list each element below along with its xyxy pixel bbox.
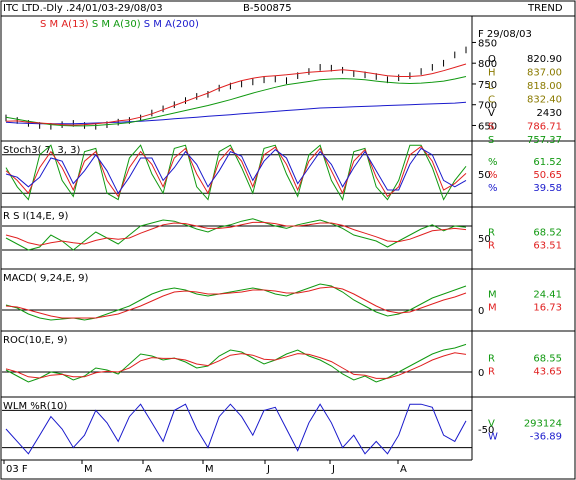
y-tick-label: 0 bbox=[478, 306, 484, 317]
readout-key: O bbox=[488, 54, 496, 65]
readout-key: M bbox=[488, 290, 497, 301]
readout-key: H bbox=[488, 68, 496, 79]
technical-chart: S M A(13) S M A(30) S M A(200) F 29/08/0… bbox=[0, 0, 576, 480]
indicator-line bbox=[5, 286, 467, 319]
readout-value: 837.00 bbox=[527, 68, 562, 79]
readout-value: 820.90 bbox=[527, 54, 562, 65]
sma200-line bbox=[5, 101, 467, 125]
panel-title: R S I(14,E, 9) bbox=[3, 211, 68, 222]
readout-value: 16.73 bbox=[533, 303, 562, 314]
readout-key: % bbox=[488, 157, 498, 168]
readout-value: 786.71 bbox=[527, 122, 562, 133]
readout-key: V bbox=[488, 419, 495, 430]
readout-key: R bbox=[488, 228, 495, 239]
sma30-line bbox=[5, 76, 467, 127]
readout-value: 293124 bbox=[524, 419, 562, 430]
readout-key: W bbox=[488, 432, 498, 443]
readout-value: 68.52 bbox=[533, 228, 562, 239]
readout-value: 832.40 bbox=[527, 95, 562, 106]
price-legend: S M A(13) S M A(30) S M A(200) bbox=[40, 19, 199, 30]
y-tick-label: 850 bbox=[478, 38, 497, 49]
readout-key: C bbox=[488, 95, 495, 106]
panel-title: ROC(10,E, 9) bbox=[3, 335, 68, 346]
readout-key: S bbox=[488, 135, 494, 146]
indicator-line bbox=[5, 283, 467, 321]
readout-value: 50.65 bbox=[533, 170, 562, 181]
x-month-label: M bbox=[84, 464, 93, 475]
indicator-line bbox=[5, 218, 467, 251]
sma13-line bbox=[5, 63, 467, 126]
readout-key: V bbox=[488, 108, 495, 119]
readout-key: R bbox=[488, 354, 495, 365]
x-month-label: A bbox=[400, 464, 407, 475]
readout-value: 43.65 bbox=[533, 367, 562, 378]
readout-key: L bbox=[488, 81, 494, 92]
readout-value: 63.51 bbox=[533, 241, 562, 252]
readout-key: R bbox=[488, 241, 495, 252]
y-tick-label: 0 bbox=[478, 368, 484, 379]
readout-value: 24.41 bbox=[533, 290, 562, 301]
x-month-label: A bbox=[145, 464, 152, 475]
readout-key: S bbox=[488, 122, 494, 133]
indicator-line bbox=[5, 352, 467, 379]
x-month-label: J bbox=[331, 464, 335, 475]
x-month-label: J bbox=[266, 464, 270, 475]
readout-key: M bbox=[488, 303, 497, 314]
readout-value: 39.58 bbox=[533, 183, 562, 194]
readout-key: % bbox=[488, 183, 498, 194]
readout-key: % bbox=[488, 170, 498, 181]
indicator-line bbox=[5, 403, 467, 455]
panel-title: MACD( 9,24,E, 9) bbox=[3, 273, 89, 284]
readout-value: -36.89 bbox=[530, 432, 562, 443]
x-month-label: M bbox=[205, 464, 214, 475]
readout-key: R bbox=[488, 367, 495, 378]
readout-value: 2430 bbox=[537, 108, 562, 119]
x-month-label: 03 F bbox=[6, 464, 28, 475]
readout-value: 818.00 bbox=[527, 81, 562, 92]
readout-value: 757.37 bbox=[527, 135, 562, 146]
readout-value: 61.52 bbox=[533, 157, 562, 168]
readout-value: 68.55 bbox=[533, 354, 562, 365]
